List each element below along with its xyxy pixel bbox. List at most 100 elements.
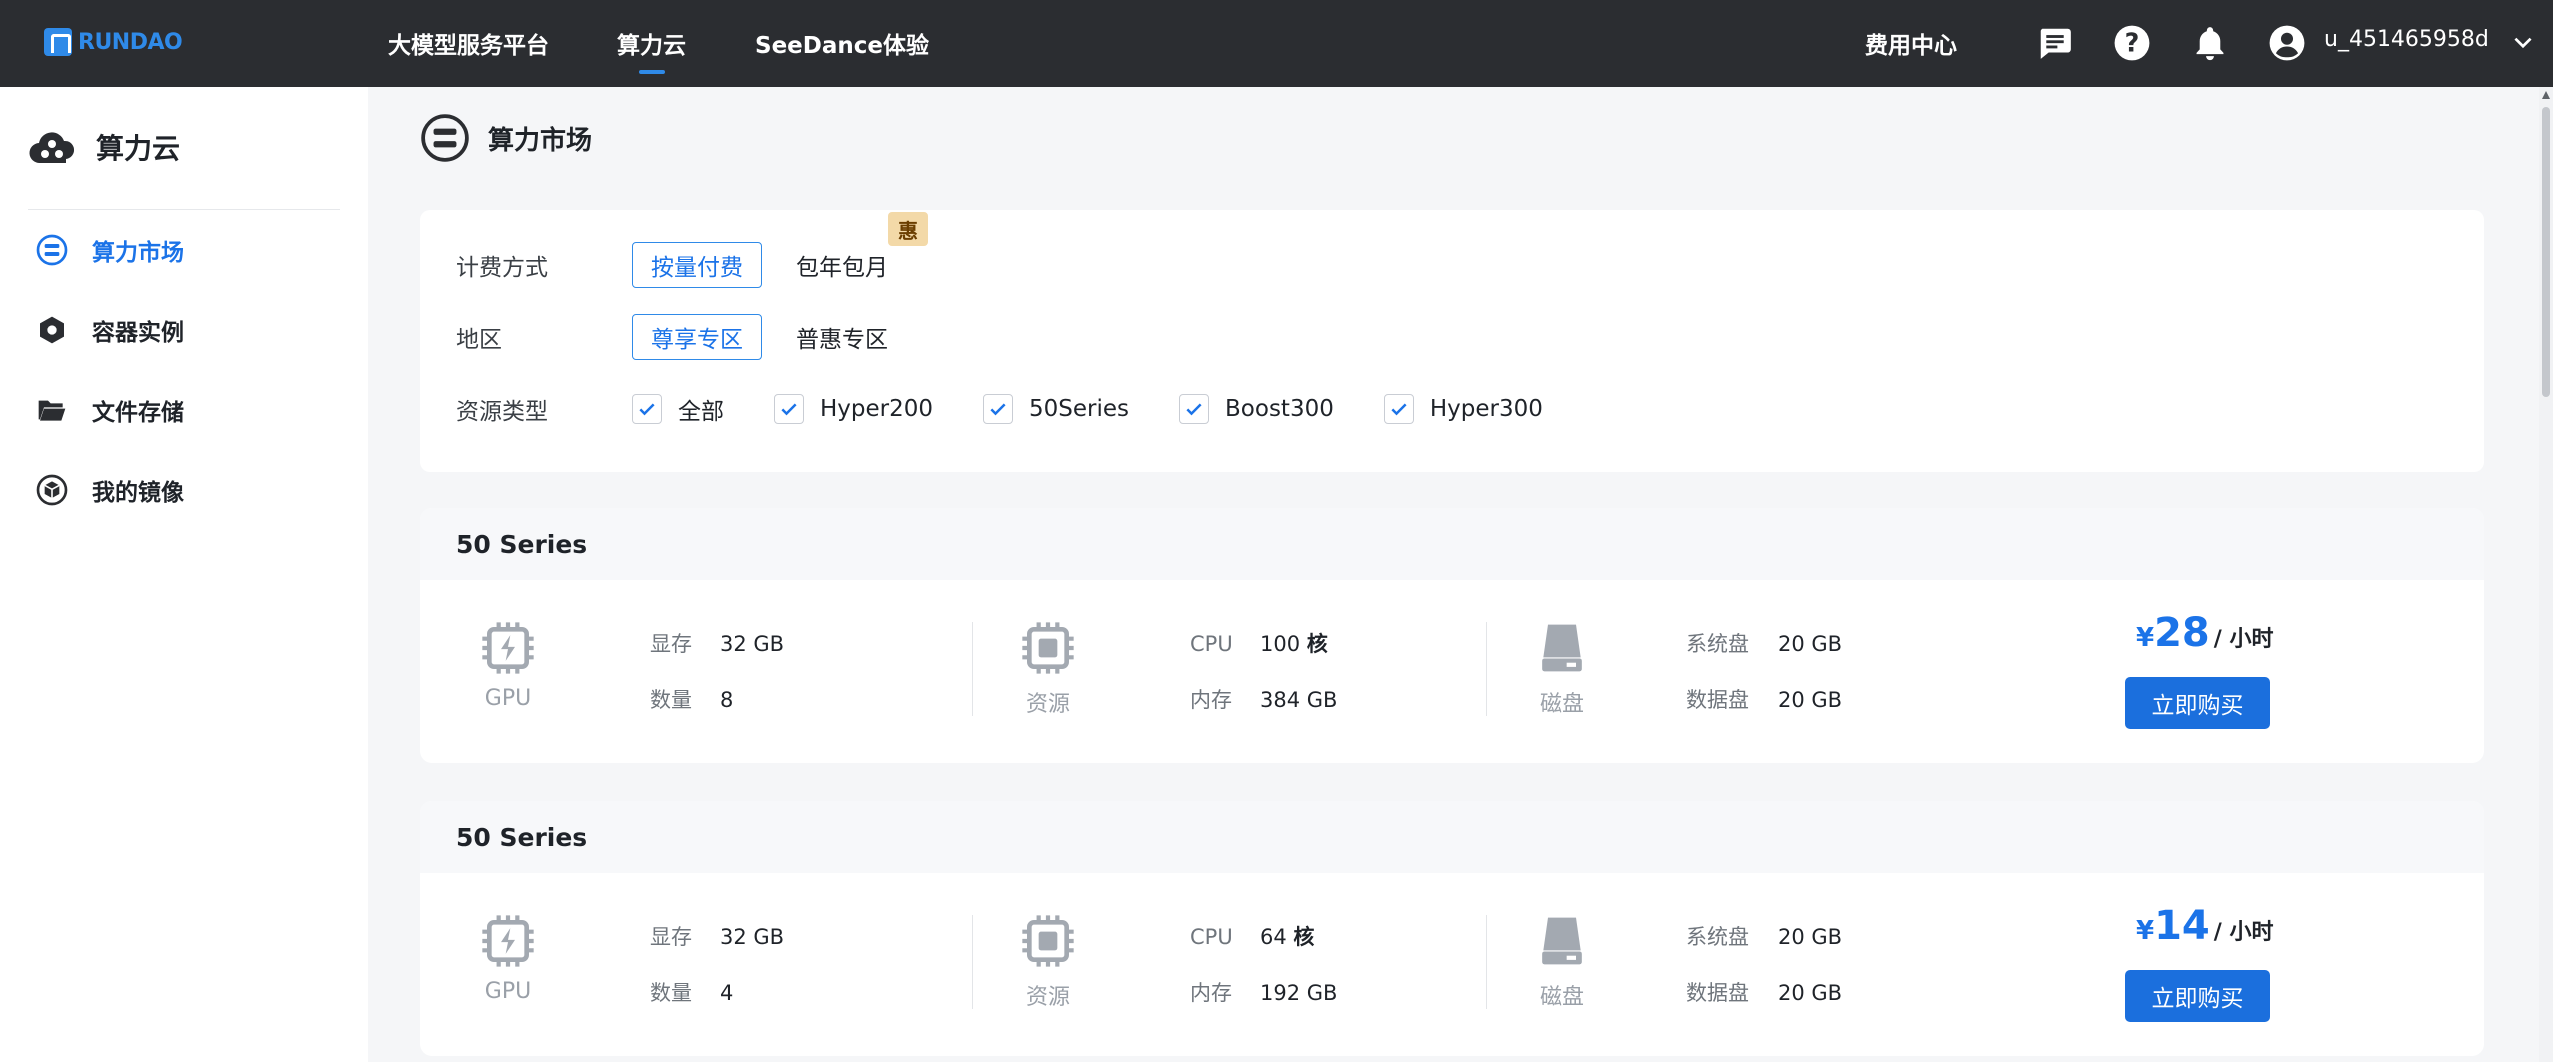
system-disk-value: 20 GB xyxy=(1778,632,1843,656)
cpu-label: CPU xyxy=(1190,925,1233,949)
container-hexagon-icon xyxy=(40,316,64,344)
gpu-group: GPU xyxy=(478,913,538,1004)
help-icon[interactable]: ? xyxy=(2113,24,2151,62)
sidebar-item-compute-market[interactable]: 算力市场 xyxy=(36,230,184,270)
system-disk-spec: 系统盘 20 GB xyxy=(1686,921,1842,951)
billing-option-subscription-label: 包年包月 xyxy=(796,255,888,281)
count-value: 4 xyxy=(720,981,734,1005)
checkbox-checked-icon xyxy=(1383,394,1414,424)
checkbox-label: Boost300 xyxy=(1225,396,1334,422)
svg-text:?: ? xyxy=(2125,28,2140,58)
memory-value: 192 GB xyxy=(1260,981,1338,1005)
product-series-title: 50 Series xyxy=(420,508,2484,580)
hard-disk-icon xyxy=(1542,624,1582,672)
cpu-label: CPU xyxy=(1190,632,1233,656)
data-disk-value: 20 GB xyxy=(1778,688,1843,712)
data-disk-label: 数据盘 xyxy=(1686,688,1749,712)
price-value: 14 xyxy=(2154,903,2210,949)
checkbox-checked-icon xyxy=(983,394,1014,424)
scrollbar-thumb[interactable] xyxy=(2542,107,2550,397)
checkbox-checked-icon xyxy=(632,394,662,424)
top-navigation-bar: RUNDAO 大模型服务平台 算力云 SeeDance体验 费用中心 ? u_4… xyxy=(0,0,2553,87)
gpu-chip-icon xyxy=(482,915,534,967)
scroll-up-arrow-icon[interactable] xyxy=(2542,91,2550,99)
billing-option-subscription[interactable]: 包年包月 惠 xyxy=(796,212,928,282)
region-option-premium[interactable]: 尊享专区 xyxy=(632,314,762,360)
sidebar-title-text: 算力云 xyxy=(96,132,181,165)
product-specs: GPU 显存 32 GB 数量 8 资源 CPU 100 核 内存 384 GB xyxy=(420,580,2484,763)
chevron-down-icon[interactable] xyxy=(2510,30,2536,56)
resource-type-hyper300-checkbox[interactable]: Hyper300 xyxy=(1383,394,1543,424)
price-tag: ¥14/ 小时 xyxy=(2136,903,2273,949)
cpu-value: 64 xyxy=(1260,925,1287,949)
region-filter-row: 地区 尊享专区 普惠专区 xyxy=(456,314,888,360)
vram-label: 显存 xyxy=(650,632,692,656)
cpu-unit: 核 xyxy=(1306,632,1328,656)
notification-bell-icon[interactable] xyxy=(2191,24,2229,62)
disk-caption: 磁盘 xyxy=(1539,985,1584,1010)
price-value: 28 xyxy=(2154,610,2210,656)
disk-group: 磁盘 xyxy=(1532,620,1592,718)
sidebar-item-container-instances[interactable]: 容器实例 xyxy=(36,310,184,350)
gpu-count-spec: 数量 8 xyxy=(650,684,733,714)
cpu-chip-icon xyxy=(1022,915,1074,967)
checkbox-checked-icon xyxy=(1179,394,1210,424)
data-disk-spec: 数据盘 20 GB xyxy=(1686,977,1842,1007)
disk-caption: 磁盘 xyxy=(1539,692,1584,717)
cpu-value: 100 xyxy=(1260,632,1301,656)
gpu-chip-icon xyxy=(482,622,534,674)
sidebar-item-my-images[interactable]: 我的镜像 xyxy=(36,470,184,510)
cloud-icon xyxy=(29,132,75,164)
hard-disk-icon xyxy=(1542,917,1582,965)
billing-option-pay-as-you-go[interactable]: 按量付费 xyxy=(632,242,762,288)
buy-now-button[interactable]: 立即购买 xyxy=(2125,970,2270,1022)
count-label: 数量 xyxy=(650,688,692,712)
checkbox-label: Hyper200 xyxy=(820,396,934,422)
vram-value: 32 GB xyxy=(720,632,785,656)
billing-label: 计费方式 xyxy=(456,255,548,281)
logo-text: RUNDAO xyxy=(78,29,183,55)
price-tag: ¥28/ 小时 xyxy=(2136,610,2273,656)
sidebar-item-file-storage[interactable]: 文件存储 xyxy=(36,390,184,430)
message-icon[interactable] xyxy=(2036,24,2074,62)
count-value: 8 xyxy=(720,688,734,712)
vram-label: 显存 xyxy=(650,925,692,949)
user-avatar-icon[interactable] xyxy=(2268,24,2306,62)
buy-now-button[interactable]: 立即购买 xyxy=(2125,677,2270,729)
gpu-caption: GPU xyxy=(484,979,532,1004)
resource-caption: 资源 xyxy=(1025,692,1070,717)
currency-symbol: ¥ xyxy=(2136,623,2155,653)
resource-type-all-checkbox[interactable]: 全部 xyxy=(632,392,724,426)
nav-fee-center[interactable]: 费用中心 xyxy=(1865,26,1957,60)
resource-type-boost300-checkbox[interactable]: Boost300 xyxy=(1179,394,1334,424)
sidebar-item-label: 容器实例 xyxy=(92,320,184,346)
resource-type-50series-checkbox[interactable]: 50Series xyxy=(983,394,1129,424)
memory-label: 内存 xyxy=(1190,688,1232,712)
sidebar-item-label: 算力市场 xyxy=(92,240,184,266)
resource-group: 资源 xyxy=(1018,913,1078,1011)
price-unit: / 小时 xyxy=(2213,627,2274,652)
sidebar: 算力云 算力市场 容器实例 文件存储 我的镜像 xyxy=(0,87,368,1062)
vertical-scrollbar[interactable] xyxy=(2539,87,2553,1062)
discount-badge: 惠 xyxy=(888,212,928,246)
nav-compute-cloud[interactable]: 算力云 xyxy=(617,26,686,60)
divider xyxy=(972,622,973,716)
divider xyxy=(1486,622,1487,716)
gpu-caption: GPU xyxy=(484,686,532,711)
main-content: 算力市场 计费方式 按量付费 包年包月 惠 地区 尊享专区 普惠专区 资源类型 xyxy=(368,87,2553,1062)
memory-value: 384 GB xyxy=(1260,688,1338,712)
server-list-icon xyxy=(36,234,68,266)
username[interactable]: u_451465958d xyxy=(2324,27,2489,52)
nav-seedance[interactable]: SeeDance体验 xyxy=(755,26,929,60)
nav-llm-platform[interactable]: 大模型服务平台 xyxy=(388,26,549,60)
image-box-icon xyxy=(36,474,68,506)
sidebar-divider xyxy=(28,209,340,210)
rundao-logo[interactable]: RUNDAO xyxy=(44,28,183,56)
disk-group: 磁盘 xyxy=(1532,913,1592,1011)
vram-value: 32 GB xyxy=(720,925,785,949)
system-disk-spec: 系统盘 20 GB xyxy=(1686,628,1842,658)
resource-type-hyper200-checkbox[interactable]: Hyper200 xyxy=(774,394,933,424)
region-option-standard[interactable]: 普惠专区 xyxy=(796,320,888,354)
divider xyxy=(972,915,973,1009)
divider xyxy=(1486,915,1487,1009)
